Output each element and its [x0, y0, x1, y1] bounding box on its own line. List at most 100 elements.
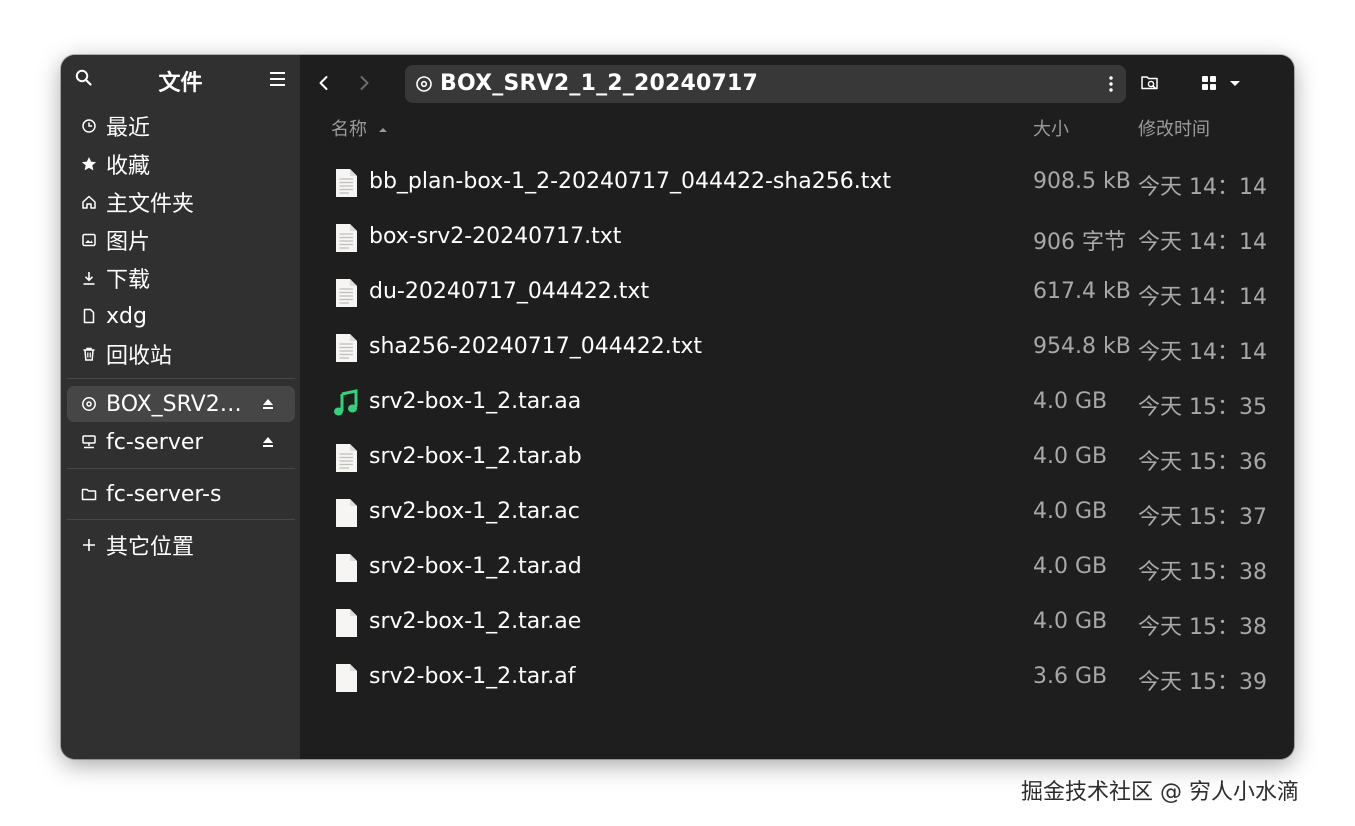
blank-file-icon — [336, 499, 357, 527]
column-header-modified[interactable]: 修改时间 — [1138, 115, 1210, 141]
sidebar-item-other-locations[interactable]: 其它位置 — [67, 527, 295, 563]
grid-view-icon[interactable] — [1199, 73, 1219, 93]
sidebar-item-label: 回收站 — [106, 344, 173, 369]
file-name: srv2-box-1_2.tar.ab — [369, 444, 582, 469]
file-row[interactable]: srv2-box-1_2.tar.ac 4.0 GB 今天 15：37 — [300, 486, 1294, 541]
file-size: 4.0 GB — [1033, 499, 1108, 524]
file-name: srv2-box-1_2.tar.af — [369, 664, 576, 689]
sidebar-item-downloads[interactable]: 下载 — [67, 260, 295, 296]
file-modified: 今天 15：35 — [1138, 395, 1267, 420]
sidebar-divider — [67, 378, 295, 379]
more-options-icon[interactable] — [1108, 75, 1114, 93]
sidebar-item-starred[interactable]: 收藏 — [67, 146, 295, 182]
file-modified: 今天 14：14 — [1138, 340, 1267, 365]
back-button[interactable] — [314, 73, 334, 93]
file-row[interactable]: box-srv2-20240717.txt 906 字节 今天 14：14 — [300, 211, 1294, 266]
text-file-icon — [336, 169, 357, 197]
sort-ascending-icon — [378, 128, 387, 132]
eject-icon[interactable] — [260, 396, 276, 412]
sidebar-item-label: 最近 — [106, 116, 151, 141]
file-size: 908.5 kB — [1033, 169, 1131, 194]
forward-button[interactable] — [354, 73, 374, 93]
sidebar-item-box-srv2[interactable]: BOX_SRV2_1_2_20240717 — [67, 386, 295, 422]
file-row[interactable]: sha256-20240717_044422.txt 954.8 kB 今天 14：… — [300, 321, 1294, 376]
file-modified: 今天 15：37 — [1138, 505, 1267, 530]
file-size: 4.0 GB — [1033, 444, 1108, 469]
blank-file-icon — [336, 609, 357, 637]
sidebar-item-trash[interactable]: 回收站 — [67, 336, 295, 372]
sidebar-item-label: 下载 — [106, 268, 151, 293]
sidebar-item-label: 主文件夹 — [106, 192, 195, 217]
file-row[interactable]: srv2-box-1_2.tar.ae 4.0 GB 今天 15：38 — [300, 596, 1294, 651]
file-modified: 今天 15：39 — [1138, 670, 1267, 695]
sidebar-item-xdg[interactable]: xdg — [67, 298, 295, 334]
file-size: 617.4 kB — [1033, 279, 1131, 304]
file-row[interactable]: srv2-box-1_2.tar.ad 4.0 GB 今天 15：38 — [300, 541, 1294, 596]
file-size: 4.0 GB — [1033, 609, 1108, 634]
watermark: 掘金技术社区 @ 穷人小水滴 — [1021, 780, 1299, 805]
file-manager-window: 文件 最近 收藏 主文件夹 图片 下载 xdg 回收站 BOX_SRV2_1 f… — [61, 55, 1294, 759]
file-name: box-srv2-20240717.txt — [369, 224, 622, 249]
sidebar-item-label: 收藏 — [106, 154, 151, 179]
trash-icon — [80, 345, 98, 363]
image-icon — [80, 231, 98, 249]
sidebar-item-label: 图片 — [106, 230, 151, 255]
file-row[interactable]: srv2-box-1_2.tar.ab 4.0 GB 今天 15：36 — [300, 431, 1294, 486]
sidebar-item-label: xdg — [106, 303, 147, 329]
file-modified: 今天 15：36 — [1138, 450, 1267, 475]
sidebar-item-label: fc-server — [106, 429, 204, 455]
chevron-down-icon[interactable] — [1225, 73, 1245, 93]
search-folder-icon[interactable] — [1140, 73, 1160, 93]
network-icon — [80, 433, 98, 451]
file-row[interactable]: du-20240717_044422.txt 617.4 kB 今天 14：14 — [300, 266, 1294, 321]
folder-icon — [80, 485, 98, 503]
column-header-name[interactable]: 名称 — [331, 115, 389, 141]
file-size: 954.8 kB — [1033, 334, 1131, 359]
clock-icon — [80, 117, 98, 135]
file-name: srv2-box-1_2.tar.ac — [369, 499, 580, 524]
hamburger-menu-icon[interactable] — [268, 70, 288, 88]
current-location: BOX_SRV2_1_2_20240717 — [440, 71, 759, 96]
file-modified: 今天 15：38 — [1138, 615, 1267, 640]
text-file-icon — [336, 279, 357, 307]
file-modified: 今天 14：14 — [1138, 230, 1267, 255]
file-name: du-20240717_044422.txt — [369, 279, 650, 304]
file-name: bb_plan-box-1_2-20240717_044422-sha256.t… — [369, 169, 892, 194]
text-file-icon — [336, 334, 357, 362]
disc-icon — [416, 76, 432, 92]
sidebar-item-label: BOX_SRV2_1_2_20240717 — [106, 391, 246, 417]
sidebar-item-fc-server[interactable]: fc-server — [67, 424, 295, 460]
file-row[interactable]: srv2-box-1_2.tar.af 3.6 GB 今天 15：39 — [300, 651, 1294, 706]
file-size: 4.0 GB — [1033, 554, 1108, 579]
file-modified: 今天 14：14 — [1138, 175, 1267, 200]
plus-icon — [80, 536, 98, 554]
file-row[interactable]: bb_plan-box-1_2-20240717_044422-sha256.t… — [300, 156, 1294, 211]
file-name: sha256-20240717_044422.txt — [369, 334, 703, 359]
sidebar-item-home[interactable]: 主文件夹 — [67, 184, 295, 220]
star-icon — [80, 155, 98, 173]
sidebar-item-fc-server-s[interactable]: fc-server-s — [67, 476, 295, 512]
sidebar-item-pictures[interactable]: 图片 — [67, 222, 295, 258]
sidebar-divider — [67, 519, 295, 520]
file-modified: 今天 14：14 — [1138, 285, 1267, 310]
sidebar-header: 文件 — [61, 55, 300, 103]
text-file-icon — [336, 444, 357, 472]
disc-icon — [80, 395, 98, 413]
sidebar-item-label: fc-server-s — [106, 481, 222, 507]
sidebar-item-recent[interactable]: 最近 — [67, 108, 295, 144]
download-icon — [80, 269, 98, 287]
eject-icon[interactable] — [260, 434, 276, 450]
blank-file-icon — [336, 554, 357, 582]
text-file-icon — [336, 224, 357, 252]
path-bar[interactable]: BOX_SRV2_1_2_20240717 — [405, 65, 1126, 103]
column-header-size[interactable]: 大小 — [1033, 115, 1069, 141]
file-size: 906 字节 — [1033, 230, 1126, 255]
file-row[interactable]: srv2-box-1_2.tar.aa 4.0 GB 今天 15：35 — [300, 376, 1294, 431]
app-title: 文件 — [158, 71, 203, 96]
sidebar-item-label: 其它位置 — [106, 535, 195, 560]
sidebar: 文件 最近 收藏 主文件夹 图片 下载 xdg 回收站 BOX_SRV2_1 f… — [61, 55, 300, 759]
blank-file-icon — [336, 664, 357, 692]
document-icon — [80, 307, 98, 325]
audio-file-icon — [334, 389, 358, 416]
file-name: srv2-box-1_2.tar.aa — [369, 389, 582, 414]
